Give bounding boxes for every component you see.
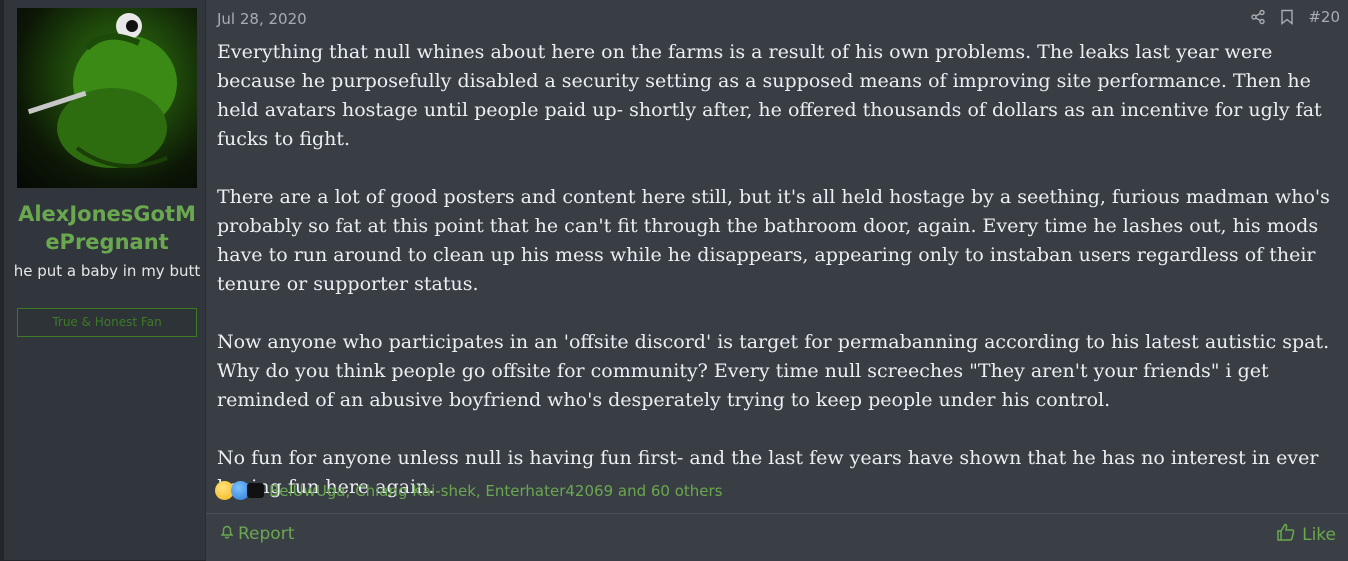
reactions-bar: BelUwUga, Chiang Kai-shek, Enterhater420… — [215, 481, 723, 500]
bell-icon — [219, 523, 235, 544]
like-label: Like — [1302, 524, 1336, 545]
thumbs-up-icon — [1276, 522, 1296, 547]
report-label: Report — [238, 523, 295, 544]
reaction-summary[interactable]: BelUwUga, Chiang Kai-shek, Enterhater420… — [269, 482, 723, 500]
user-banner: True & Honest Fan — [17, 308, 197, 337]
post-body: Everything that null whines about here o… — [217, 38, 1337, 531]
user-title: he put a baby in my butt — [13, 262, 201, 280]
user-cell: AlexJonesGotMePregnant he put a baby in … — [4, 0, 206, 560]
post-number[interactable]: #20 — [1308, 8, 1340, 26]
post-date[interactable]: Jul 28, 2020 — [217, 9, 307, 29]
reaction-icons[interactable] — [215, 481, 264, 500]
avatar[interactable] — [17, 8, 197, 188]
post-actions: #20 — [1250, 8, 1340, 26]
avatar-image — [27, 13, 177, 168]
post-paragraph: Everything that null whines about here o… — [217, 41, 1322, 150]
share-icon[interactable] — [1250, 9, 1266, 25]
username[interactable]: AlexJonesGotMePregnant — [12, 200, 202, 256]
like-button[interactable]: Like — [1276, 522, 1336, 547]
post-footer: Report Like — [206, 513, 1348, 561]
post-main: Jul 28, 2020 #20 Everything that null wh… — [206, 0, 1348, 561]
report-button[interactable]: Report — [219, 523, 294, 544]
top-hat-icon — [247, 483, 264, 498]
post-paragraph: There are a lot of good posters and cont… — [217, 186, 1330, 295]
post: AlexJonesGotMePregnant he put a baby in … — [4, 0, 1348, 561]
post-paragraph: Now anyone who participates in an 'offsi… — [217, 331, 1330, 411]
bookmark-icon[interactable] — [1280, 9, 1294, 25]
